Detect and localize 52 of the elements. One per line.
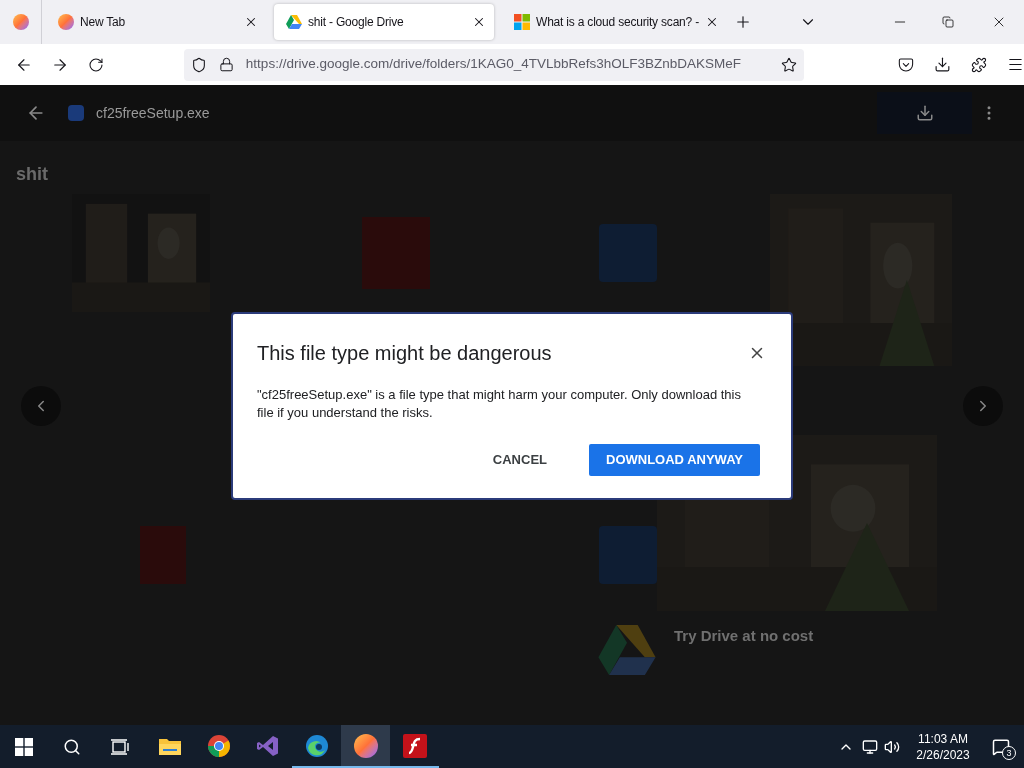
close-icon[interactable] — [705, 15, 719, 29]
windows-start-icon[interactable] — [15, 737, 33, 756]
volume-icon[interactable] — [884, 738, 900, 755]
infinity-ribbon-icon — [255, 733, 280, 758]
file-name: cf25freeSetup.exe — [96, 103, 210, 123]
download-anyway-button[interactable]: DOWNLOAD ANYWAY — [589, 444, 760, 476]
drive-icon — [286, 15, 302, 29]
url-text: https://drive.google.com/drive/folders/1KAG0_4TVLbbRefs3hOLF3BZnbDAKSMeF — [245, 55, 743, 74]
folder-title: shit — [16, 164, 48, 184]
dialog-message: "cf25freeSetup.exe" is a file type that might harm your computer. Only download this file if you understand the risks. — [257, 386, 742, 422]
search-icon[interactable] — [63, 737, 81, 756]
extensions-icon[interactable] — [971, 56, 988, 73]
clock-time[interactable]: 11:03 AM — [918, 730, 968, 747]
shield-icon[interactable] — [190, 56, 207, 73]
browser-tab[interactable]: shit - Google Drive — [274, 4, 494, 40]
bookmark-star-icon[interactable] — [781, 56, 798, 73]
app-thumbnail — [599, 224, 658, 282]
address-bar[interactable]: https://drive.google.com/drive/folders/1KAG0_4TVLbbRefs3hOLF3BZnbDAKSMeF — [183, 48, 805, 81]
notification-count: 3 — [1002, 745, 1016, 760]
browser-tab[interactable]: What is a cloud security scan? - — [502, 4, 722, 40]
menu-icon[interactable] — [1007, 56, 1024, 73]
promo-title: Try Drive at no cost — [674, 626, 814, 646]
restore-icon[interactable] — [942, 16, 954, 28]
lock-icon[interactable] — [218, 57, 234, 72]
cancel-button[interactable]: CANCEL — [476, 444, 563, 476]
tab-title: New Tab — [80, 14, 127, 31]
folder-icon — [158, 736, 181, 755]
close-icon[interactable] — [244, 15, 258, 29]
firefox-icon — [353, 733, 378, 758]
tab-title: What is a cloud security scan? - — [536, 14, 699, 31]
reload-icon[interactable] — [87, 56, 104, 73]
wave-swirl-icon — [304, 733, 329, 758]
tab-title: shit - Google Drive — [308, 14, 405, 31]
app-thumbnail — [599, 526, 658, 584]
download-icon — [915, 104, 934, 122]
file-type-icon — [68, 105, 84, 121]
downloads-icon[interactable] — [934, 56, 952, 73]
clock-date[interactable]: 2/26/2023 — [916, 746, 970, 763]
browser-tab[interactable]: New Tab — [46, 4, 266, 40]
chrome-icon — [206, 733, 231, 758]
close-icon[interactable] — [472, 15, 486, 29]
windows-icon — [514, 14, 530, 30]
flash-player-icon — [402, 733, 427, 758]
drive-logo-icon — [598, 625, 656, 675]
dialog-title: This file type might be dangerous — [257, 341, 552, 366]
new-tab-icon[interactable] — [734, 13, 752, 31]
notifications-icon[interactable] — [992, 737, 1010, 756]
firefox-icon — [58, 14, 74, 30]
task-view-icon[interactable] — [111, 738, 129, 755]
pocket-icon[interactable] — [898, 56, 915, 73]
network-icon[interactable] — [862, 738, 878, 755]
firefox-icon — [12, 14, 29, 30]
